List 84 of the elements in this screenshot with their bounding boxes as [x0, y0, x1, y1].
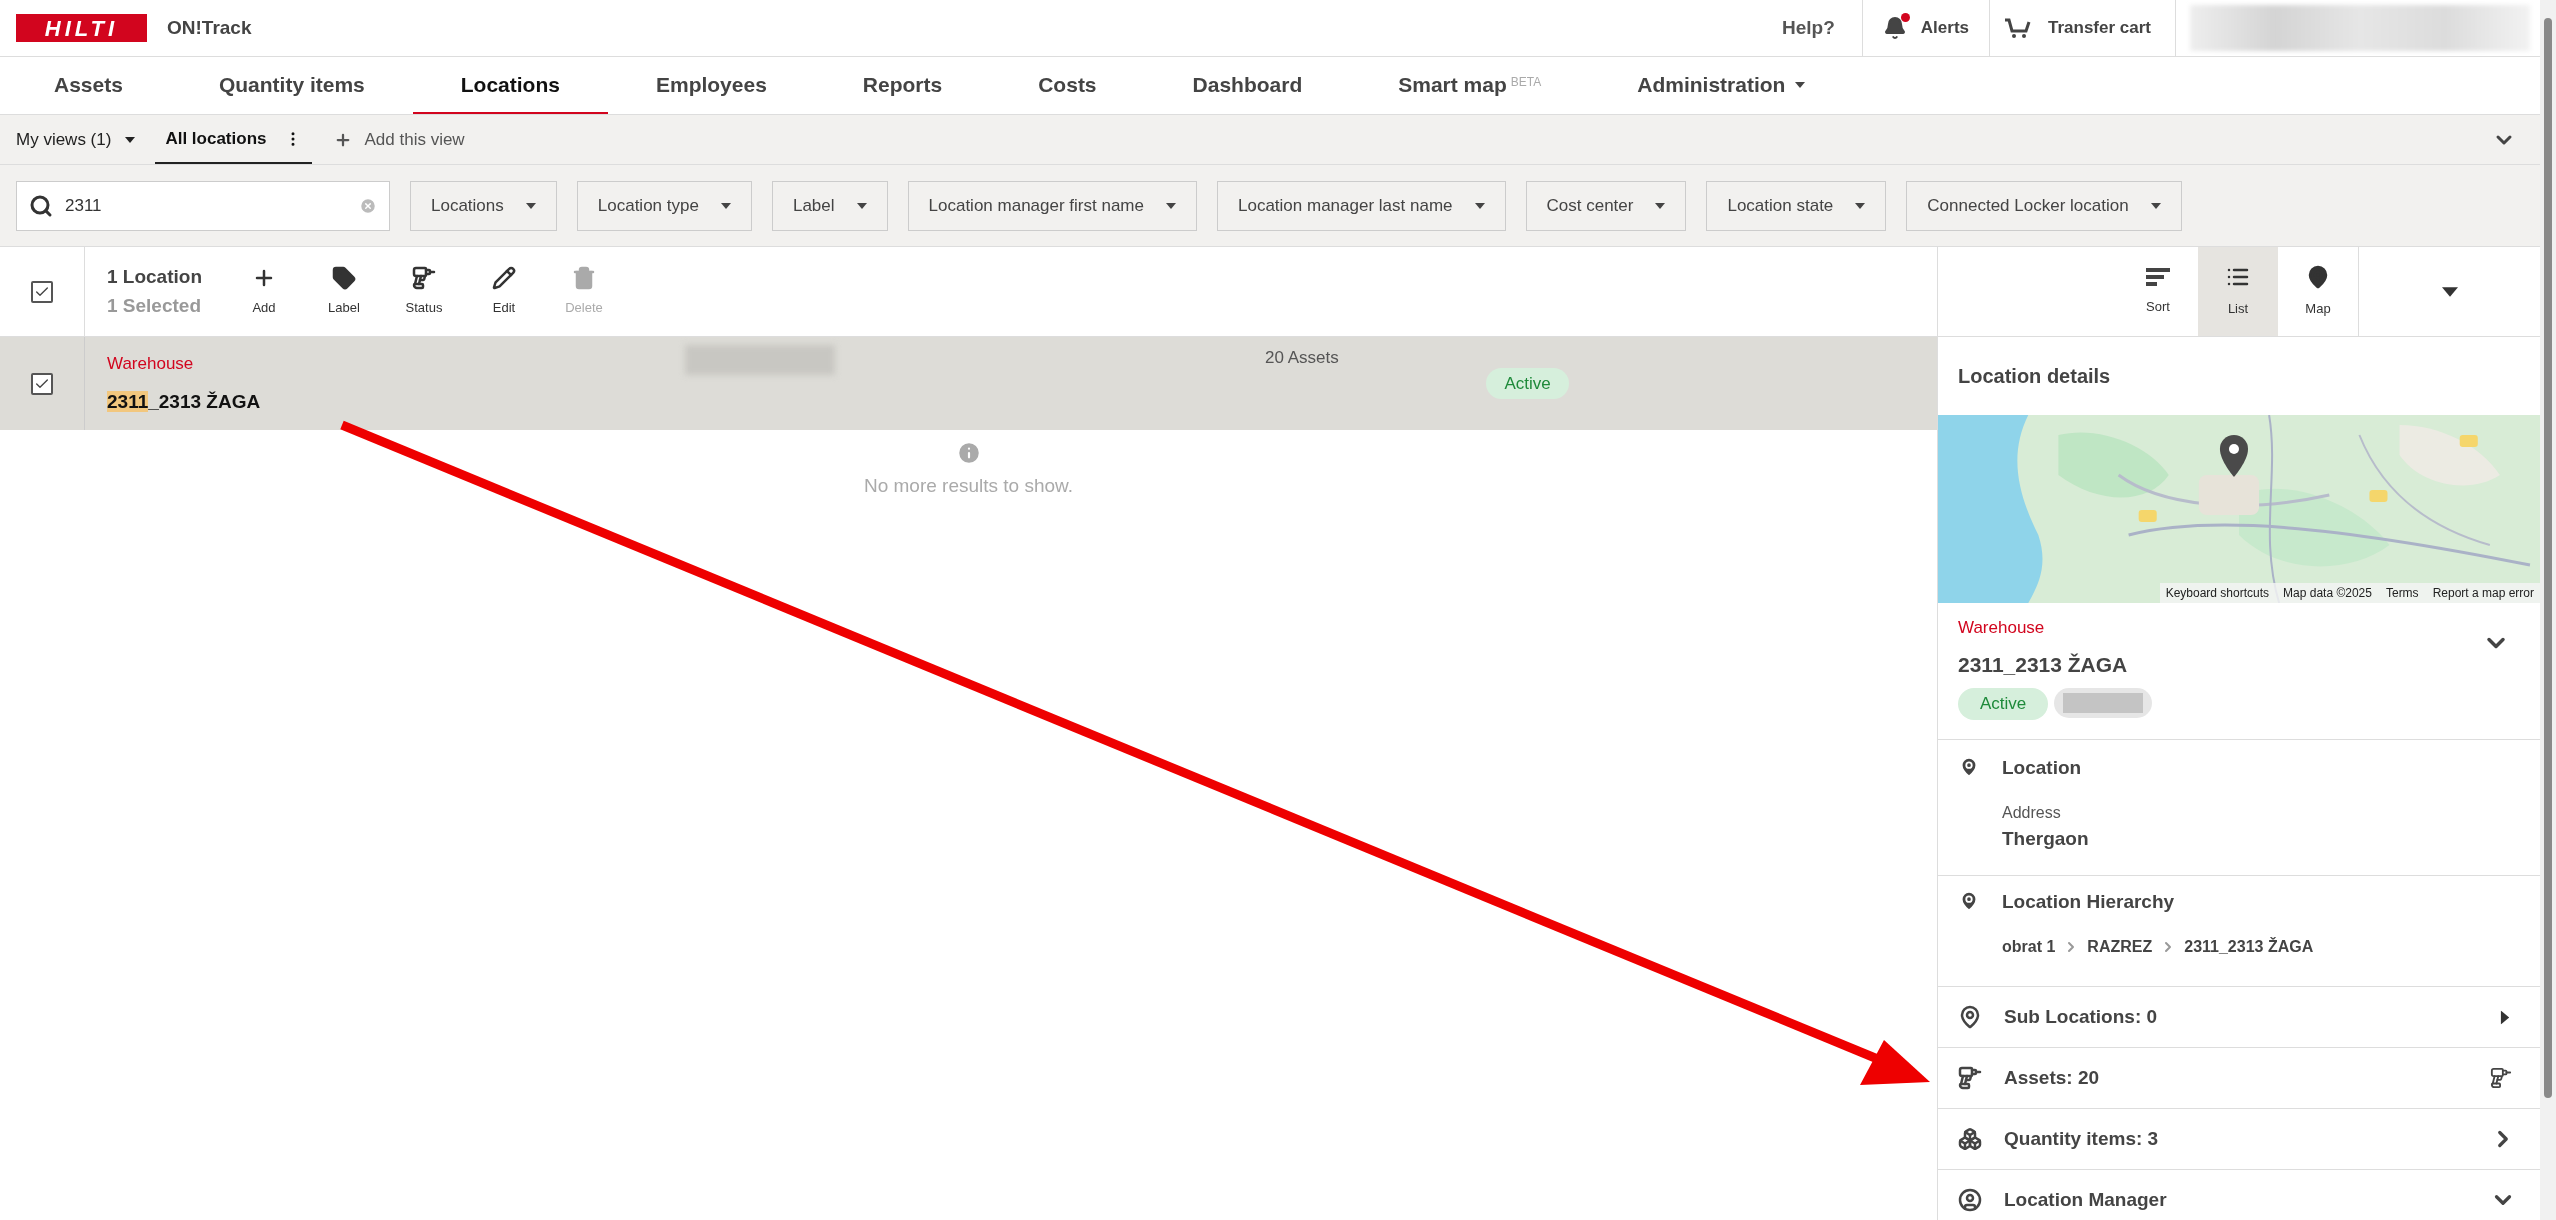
checkbox[interactable]: [31, 280, 53, 303]
caret-icon: [1655, 202, 1666, 209]
map-pin-icon: [1958, 1005, 1982, 1029]
add-view-button[interactable]: Add this view: [334, 115, 465, 164]
caret-icon: [1474, 202, 1485, 209]
nav-tab[interactable]: Quantity items: [170, 57, 413, 114]
toolbar-button[interactable]: Edit: [464, 247, 544, 336]
filter-dropdown[interactable]: Location state: [1706, 180, 1887, 231]
detail-link-row[interactable]: Assets: 20: [1938, 1048, 2540, 1109]
location-type: Warehouse: [107, 352, 195, 375]
caret-icon: [856, 202, 867, 209]
breadcrumb-link[interactable]: RAZREZ: [2087, 934, 2153, 959]
tag-icon: [332, 265, 356, 290]
filter-dropdown[interactable]: Cost center: [1525, 180, 1687, 231]
location-row[interactable]: Warehouse 2311_2313 ŽAGA 20 Assets Active: [0, 337, 1937, 430]
nav-tab[interactable]: Reports: [814, 57, 991, 114]
search-box[interactable]: 2311: [16, 180, 390, 231]
status-pill: Active: [1958, 688, 2049, 720]
expand-arrow-icon: [2500, 1010, 2510, 1024]
nav-tab[interactable]: Costs: [990, 57, 1145, 114]
map-attribution[interactable]: Terms: [2385, 584, 2419, 602]
map-attribution[interactable]: Keyboard shortcuts: [2165, 584, 2270, 602]
cart-icon[interactable]: [2004, 17, 2032, 39]
location-name: 2311_2313 ŽAGA: [1958, 651, 2129, 678]
drill-icon: [1958, 1066, 1982, 1090]
caret-icon: [1855, 202, 1866, 209]
my-views-dropdown[interactable]: My views (1): [0, 115, 156, 164]
alerts-label[interactable]: Alerts: [1920, 15, 1969, 41]
panel-title: Location details: [1958, 364, 2111, 389]
search-icon: [29, 193, 53, 218]
field-value: Thergaon: [2002, 826, 2089, 851]
map-attribution[interactable]: Map data ©2025: [2283, 584, 2372, 602]
empty-message: No more results to show.: [863, 474, 1074, 498]
toolbar-button[interactable]: Status: [384, 247, 464, 336]
filter-dropdown[interactable]: Location manager first name: [907, 180, 1197, 231]
search-input[interactable]: 2311: [65, 181, 347, 230]
caret-icon: [1166, 202, 1176, 209]
breadcrumb-link[interactable]: 2311_2313 ŽAGA: [2184, 934, 2314, 959]
logo[interactable]: HILTI: [16, 14, 147, 42]
view-mode-button[interactable]: List: [2198, 247, 2278, 336]
location-name[interactable]: 2311_2313 ŽAGA: [107, 388, 685, 417]
filter-dropdown[interactable]: Locations: [410, 180, 557, 231]
section-title: Location: [2002, 756, 2083, 780]
map-pin-icon: [2306, 264, 2330, 289]
transfer-cart-link[interactable]: Transfer cart: [2048, 15, 2161, 41]
map-attribution[interactable]: Report a map error: [2432, 584, 2534, 602]
sort-icon: [2146, 266, 2170, 287]
detail-link-row[interactable]: Sub Locations: 0: [1938, 987, 2540, 1048]
detail-link-row[interactable]: Quantity items: 3: [1938, 1109, 2540, 1170]
nav-tab[interactable]: Dashboard: [1144, 57, 1351, 114]
help-link[interactable]: Help?: [1755, 13, 1862, 43]
field-label: Address: [2002, 802, 2062, 823]
scrollbar[interactable]: [2540, 0, 2556, 1220]
caret-icon: [720, 202, 731, 209]
bell-icon[interactable]: [1882, 16, 1907, 40]
filter-dropdown[interactable]: Connected Locker location: [1906, 180, 2182, 231]
toolbar-button[interactable]: Add: [224, 247, 304, 336]
filter-dropdown[interactable]: Location type: [576, 180, 752, 231]
selected-count: 1 Selected: [107, 293, 202, 318]
asset-count: 20 Assets: [1265, 347, 1339, 369]
checkbox[interactable]: [31, 372, 53, 395]
view-menu-caret-icon: [2441, 286, 2458, 297]
nav-tab[interactable]: Assets: [6, 57, 171, 114]
app-name: ON!Track: [167, 15, 252, 40]
user-icon: [1958, 1188, 1982, 1212]
trash-icon: [572, 265, 596, 290]
filter-dropdown[interactable]: Label: [771, 180, 888, 231]
location-type: Warehouse: [1958, 617, 2046, 639]
pencil-icon: [492, 265, 516, 290]
nav-tab[interactable]: Employees: [607, 57, 815, 114]
nav-tab[interactable]: Smart map $^{BETA}$: [1350, 57, 1590, 114]
boxes-icon: [1958, 1127, 1982, 1151]
toolbar-button[interactable]: Label: [304, 247, 384, 336]
result-count: 1 Location: [107, 265, 202, 289]
caret-icon: [525, 202, 536, 209]
caret-icon: [2150, 202, 2161, 209]
status-pill: Active: [1486, 367, 1569, 400]
drill-icon[interactable]: [2490, 1067, 2512, 1089]
filter-dropdown[interactable]: Location manager last name: [1217, 180, 1506, 231]
caret-icon: [125, 136, 136, 143]
section-title: Location Hierarchy: [2002, 890, 2176, 914]
drill-icon: [412, 265, 436, 290]
breadcrumb-link[interactable]: obrat 1: [2002, 934, 2056, 959]
nav-tab[interactable]: Administration: [1589, 57, 1854, 114]
